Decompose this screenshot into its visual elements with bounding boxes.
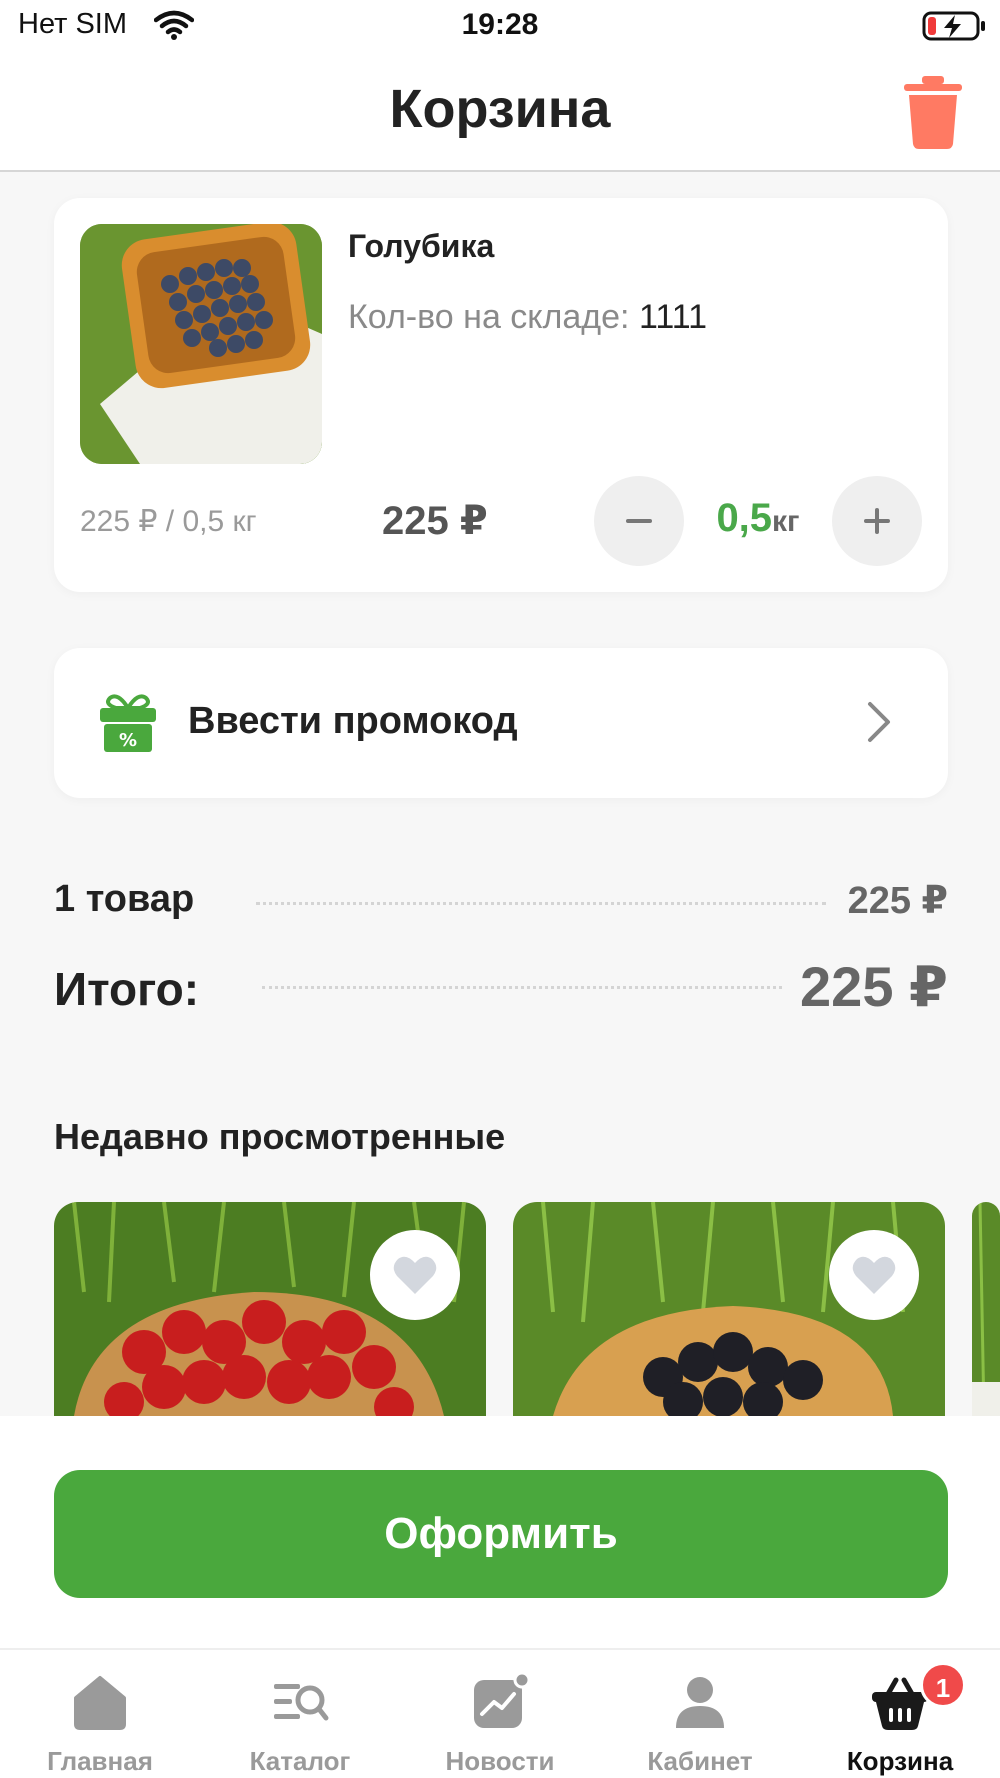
recent-product-card[interactable] [513, 1202, 945, 1416]
page-title: Корзина [389, 79, 611, 139]
dotted-leader [256, 902, 826, 905]
increase-quantity-button[interactable] [832, 476, 922, 566]
tab-news[interactable]: Новости [400, 1650, 600, 1778]
chevron-right-icon [868, 702, 890, 742]
tab-label: Главная [47, 1746, 153, 1776]
decrease-quantity-button[interactable] [594, 476, 684, 566]
header: Корзина [0, 52, 1000, 172]
clock: 19:28 [461, 8, 539, 41]
items-count-label: 1 товар [54, 878, 195, 920]
user-icon [676, 1677, 724, 1728]
product-name: Голубика [348, 228, 495, 264]
stock-label: Кол-во на складе: [348, 298, 639, 336]
promo-code-label: Ввести промокод [188, 700, 518, 742]
summary-total-row: Итого: 225 ₽ [54, 955, 948, 1022]
total-label: Итого: [54, 963, 200, 1015]
product-image-blueberry [80, 224, 322, 464]
tab-bar: Главная Каталог Новости Кабинет 1 Корзин… [0, 1648, 1000, 1778]
cart-count-badge: 1 [920, 1662, 966, 1708]
home-icon [74, 1676, 126, 1730]
news-chart-icon [474, 1672, 530, 1728]
trash-button[interactable] [900, 74, 966, 150]
dotted-leader [262, 986, 782, 989]
tab-label: Корзина [846, 1746, 954, 1776]
tab-catalog[interactable]: Каталог [200, 1650, 400, 1778]
svg-text:%: % [119, 730, 137, 751]
tab-account[interactable]: Кабинет [600, 1650, 800, 1778]
promo-code-row[interactable]: % Ввести промокод [54, 648, 948, 798]
cart-item-card: Голубика Кол-во на складе: 1111 225 ₽ / … [54, 198, 948, 592]
tab-home[interactable]: Главная [0, 1650, 200, 1778]
heart-icon [393, 1256, 437, 1294]
favorite-button[interactable] [370, 1230, 460, 1320]
tab-label: Новости [445, 1746, 555, 1776]
total-value: 225 ₽ [800, 955, 948, 1018]
tab-label: Каталог [249, 1746, 351, 1776]
tab-label: Кабинет [647, 1746, 753, 1776]
catalog-search-icon [274, 1684, 329, 1721]
tab-cart[interactable]: 1 Корзина [800, 1650, 1000, 1778]
battery-charging-icon [922, 11, 985, 41]
plus-icon [864, 508, 890, 534]
stock-info: Кол-во на складе: 1111 [348, 298, 707, 337]
stock-value: 1111 [638, 298, 708, 336]
item-total-price: 225 ₽ [382, 499, 488, 543]
unit-price: 225 ₽ / 0,5 кг [80, 505, 257, 538]
status-bar: Нет SIM 19:28 [0, 0, 1000, 52]
heart-icon [852, 1256, 896, 1294]
product-image-partial [972, 1202, 1000, 1416]
quantity-value: 0,5 [716, 496, 773, 540]
recently-viewed-title: Недавно просмотренные [54, 1116, 506, 1157]
summary-items-row: 1 товар 225 ₽ [54, 876, 948, 926]
minus-icon [626, 519, 652, 523]
recent-product-card[interactable] [54, 1202, 486, 1416]
quantity-unit: кг [772, 505, 800, 538]
favorite-button[interactable] [829, 1230, 919, 1320]
quantity-display: 0,5кг [684, 496, 832, 541]
items-subtotal: 225 ₽ [847, 880, 948, 922]
recent-product-card-partial[interactable] [972, 1202, 1000, 1416]
gift-percent-icon: % [100, 694, 156, 752]
checkout-button[interactable]: Оформить [54, 1470, 948, 1598]
